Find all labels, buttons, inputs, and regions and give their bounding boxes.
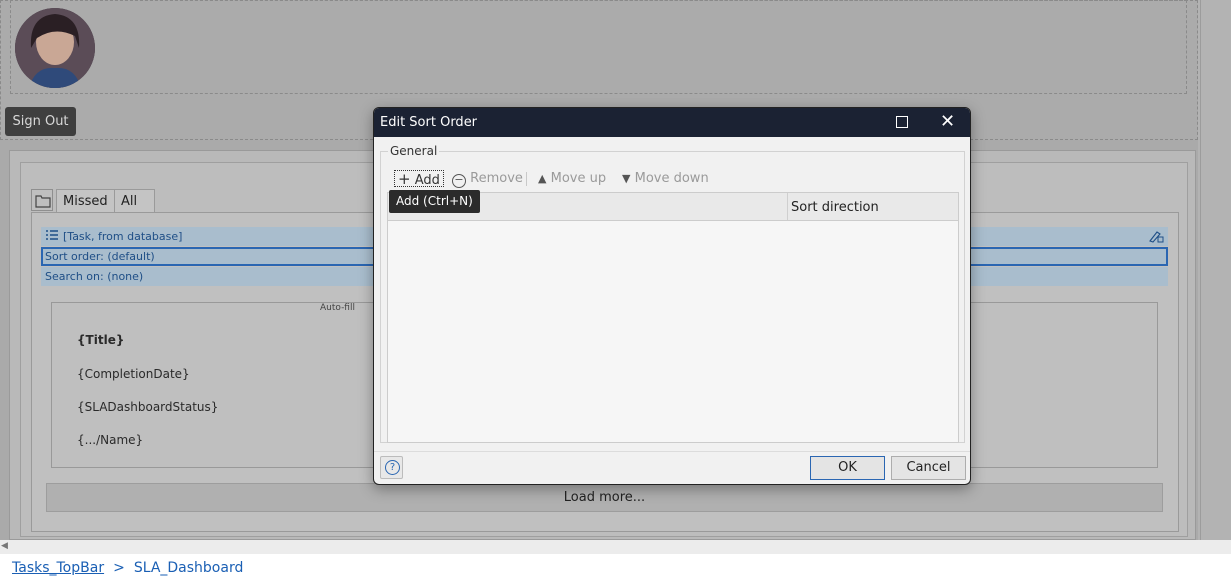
right-divider xyxy=(1200,0,1201,540)
maximize-icon[interactable] xyxy=(896,116,908,128)
help-icon: ? xyxy=(385,460,400,475)
edit-sort-order-dialog: Edit Sort Order ✕ General + Add − Remove… xyxy=(373,107,971,485)
right-gutter xyxy=(1198,0,1231,540)
scroll-left-icon[interactable]: ◀ xyxy=(1,541,8,551)
triangle-up-icon: ▲ xyxy=(538,172,547,185)
footer-divider xyxy=(374,451,970,452)
toolbar-separator xyxy=(526,172,527,186)
tab-container-icon[interactable] xyxy=(31,189,53,211)
horizontal-scrollbar[interactable] xyxy=(0,540,1231,554)
column-header-sort-direction[interactable]: Sort direction xyxy=(791,200,879,215)
move-up-button[interactable]: ▲ Move up xyxy=(538,171,606,186)
list-icon xyxy=(46,230,58,240)
breadcrumb-separator: > xyxy=(113,560,125,576)
remove-button[interactable]: − Remove xyxy=(452,171,523,188)
close-icon[interactable]: ✕ xyxy=(940,112,955,132)
load-more-button[interactable]: Load more... xyxy=(46,483,1163,512)
avatar xyxy=(15,8,95,88)
lock-edit-icon xyxy=(1149,231,1164,243)
cancel-button[interactable]: Cancel xyxy=(891,456,966,480)
dialog-title: Edit Sort Order xyxy=(380,115,478,130)
title-field: {Title} xyxy=(77,333,125,347)
breadcrumb-item-tasks-topbar[interactable]: Tasks_TopBar xyxy=(12,560,104,576)
breadcrumb-item-sla-dashboard[interactable]: SLA_Dashboard xyxy=(134,560,244,576)
plus-icon: + xyxy=(398,170,411,188)
autofill-label: Auto-fill xyxy=(320,303,355,313)
group-label: General xyxy=(388,144,440,158)
move-down-label: Move down xyxy=(634,171,709,186)
dialog-title-bar: Edit Sort Order xyxy=(374,108,970,137)
completion-date-field: {CompletionDate} xyxy=(77,367,190,381)
top-bar-inner xyxy=(10,0,1187,94)
move-down-button[interactable]: ▼ Move down xyxy=(622,171,709,186)
sort-grid[interactable] xyxy=(387,192,959,443)
name-field: {.../Name} xyxy=(77,433,144,447)
add-button[interactable]: + Add xyxy=(394,170,444,188)
sla-status-field: {SLADashboardStatus} xyxy=(77,400,219,414)
minus-circle-icon: − xyxy=(452,174,466,188)
tab-missed[interactable]: Missed xyxy=(56,189,115,213)
help-button[interactable]: ? xyxy=(380,456,403,479)
breadcrumb: Tasks_TopBar > SLA_Dashboard xyxy=(12,560,243,576)
add-label: Add xyxy=(414,173,440,188)
remove-label: Remove xyxy=(470,171,523,186)
ok-button[interactable]: OK xyxy=(810,456,885,480)
move-up-label: Move up xyxy=(550,171,607,186)
triangle-down-icon: ▼ xyxy=(622,172,631,185)
sign-out-button[interactable]: Sign Out xyxy=(5,107,76,136)
tab-all[interactable]: All xyxy=(114,189,155,213)
add-tooltip: Add (Ctrl+N) xyxy=(389,190,480,213)
column-divider[interactable] xyxy=(787,193,788,220)
datasource-label: [Task, from database] xyxy=(63,230,183,243)
